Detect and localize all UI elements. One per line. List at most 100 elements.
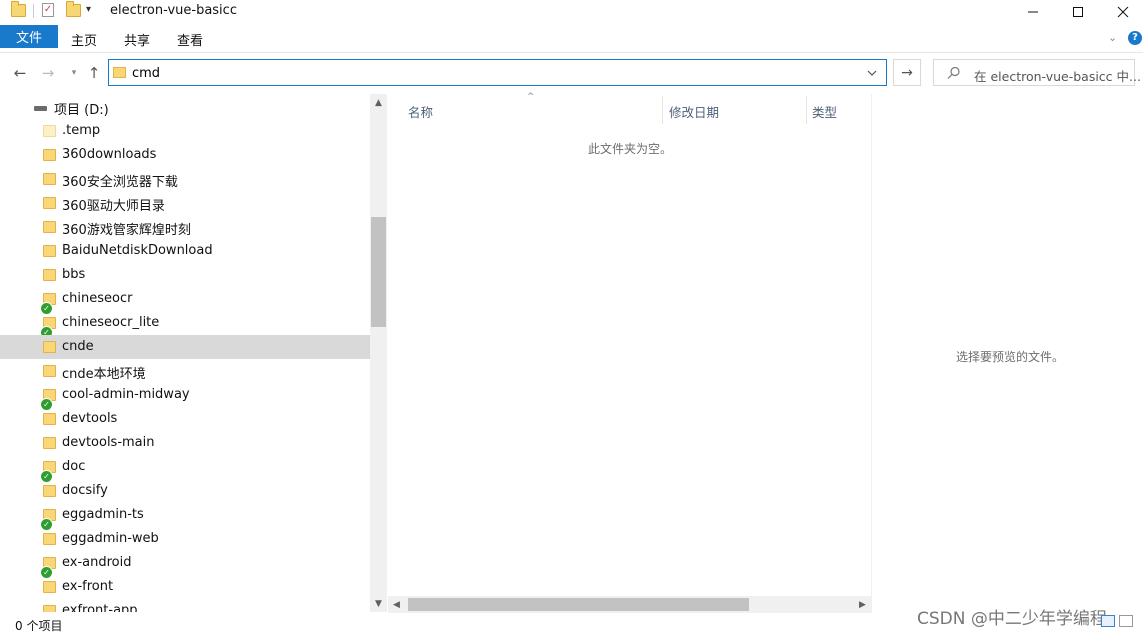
- tab-view[interactable]: 查看: [177, 30, 203, 49]
- address-bar[interactable]: [108, 59, 887, 86]
- folder-icon: [43, 485, 56, 497]
- tree-item-label: bbs: [62, 267, 86, 282]
- column-name[interactable]: 名称: [408, 102, 433, 121]
- column-date-modified[interactable]: 修改日期: [669, 102, 719, 121]
- forward-button[interactable]: →: [37, 62, 59, 84]
- pane-divider[interactable]: [871, 94, 872, 613]
- back-button[interactable]: ←: [9, 62, 31, 84]
- sort-ascending-icon: ^: [527, 92, 535, 102]
- folder-icon: [43, 533, 56, 545]
- tree-item-label: cnde: [62, 339, 94, 354]
- recent-locations-button[interactable]: ▾: [63, 62, 85, 84]
- minimize-icon: [1028, 11, 1038, 13]
- tree-item[interactable]: ✓ chineseocr: [0, 287, 370, 315]
- tree-item[interactable]: .temp: [0, 119, 370, 143]
- folder-icon: [43, 581, 56, 593]
- tree-item[interactable]: ✓ cool-admin-midway: [0, 383, 370, 411]
- new-folder-icon[interactable]: [66, 1, 81, 17]
- folder-icon: [43, 221, 56, 233]
- tree-item-label: devtools-main: [62, 435, 155, 450]
- tree-item-label: doc: [62, 459, 86, 474]
- tree-item-label: 项目 (D:): [54, 103, 109, 118]
- tree-item[interactable]: eggadmin-web: [0, 527, 370, 551]
- help-icon[interactable]: ?: [1128, 31, 1142, 45]
- properties-icon[interactable]: ✓: [42, 3, 54, 17]
- preview-message: 选择要预览的文件。: [956, 350, 1065, 364]
- minimize-button[interactable]: [1010, 0, 1056, 24]
- tree-scroll-thumb[interactable]: [371, 217, 386, 327]
- folder-icon: [113, 67, 126, 78]
- address-input[interactable]: cmd: [132, 66, 160, 81]
- column-header-row: [388, 94, 871, 124]
- address-dropdown[interactable]: [862, 64, 882, 82]
- tree-item[interactable]: bbs: [0, 263, 370, 287]
- folder-icon: [43, 605, 56, 612]
- scroll-right-icon[interactable]: ▶: [854, 596, 871, 613]
- tab-share[interactable]: 共享: [124, 30, 150, 49]
- details-view-icon[interactable]: [1101, 615, 1115, 627]
- tree-item[interactable]: ✓ ex-android: [0, 551, 370, 579]
- tree-item[interactable]: ✓ doc: [0, 455, 370, 483]
- tree-item-label: exfront-app: [62, 603, 138, 612]
- folder-icon: [43, 365, 56, 377]
- tree-scrollbar[interactable]: ▲ ▼: [370, 94, 387, 612]
- tree-item[interactable]: cnde本地环境: [0, 359, 370, 383]
- tree-item[interactable]: 360游戏管家辉煌时刻: [0, 215, 370, 239]
- tab-file[interactable]: 文件: [0, 25, 58, 48]
- folder-icon: [43, 173, 56, 185]
- tree-item[interactable]: ✓ eggadmin-ts: [0, 503, 370, 531]
- navigation-pane: 项目 (D:) .temp 360downloads 360安全浏览器下载 360驱动…: [0, 94, 370, 612]
- ribbon: [0, 24, 1143, 53]
- tree-item[interactable]: exfront-app: [0, 599, 370, 612]
- tree-item[interactable]: 360安全浏览器下载: [0, 167, 370, 191]
- tree-item[interactable]: ex-front: [0, 575, 370, 599]
- list-scroll-thumb[interactable]: [408, 598, 749, 611]
- arrow-right-icon: →: [41, 64, 55, 82]
- folder-icon: [43, 437, 56, 449]
- tree-item-label: .temp: [62, 123, 101, 138]
- column-divider[interactable]: [662, 96, 663, 124]
- tab-home[interactable]: 主页: [71, 30, 97, 49]
- tree-item[interactable]: docsify: [0, 479, 370, 503]
- tree-item[interactable]: 360驱动大师目录: [0, 191, 370, 215]
- folder-icon: [43, 413, 56, 425]
- close-icon: [1117, 6, 1129, 18]
- watermark: CSDN @中二少年学编程: [917, 609, 1107, 629]
- scroll-left-icon[interactable]: ◀: [388, 596, 405, 613]
- tree-item[interactable]: devtools: [0, 407, 370, 431]
- tree-item[interactable]: 360downloads: [0, 143, 370, 167]
- window-title: electron-vue-basicc: [110, 3, 237, 18]
- divider: [33, 4, 34, 18]
- expand-ribbon-icon[interactable]: ⌄: [1108, 31, 1117, 44]
- arrow-right-icon: →: [901, 64, 913, 81]
- close-button[interactable]: [1100, 0, 1143, 24]
- tree-item-label: 360安全浏览器下载: [62, 175, 178, 190]
- search-input[interactable]: 在 electron-vue-basicc 中...: [974, 66, 1141, 85]
- tree-item-drive[interactable]: 项目 (D:): [0, 95, 370, 119]
- column-type[interactable]: 类型: [812, 102, 837, 121]
- folder-icon: [43, 245, 56, 257]
- search-icon: [947, 66, 961, 83]
- large-icons-view-icon[interactable]: [1119, 615, 1133, 627]
- chevron-down-icon: ▾: [71, 68, 77, 78]
- empty-folder-message: 此文件夹为空。: [588, 142, 673, 156]
- scroll-down-icon[interactable]: ▼: [370, 595, 387, 612]
- up-button[interactable]: ↑: [83, 62, 105, 84]
- customize-toolbar-icon[interactable]: ▾: [86, 4, 91, 15]
- folder-icon: [43, 197, 56, 209]
- column-divider[interactable]: [806, 96, 807, 124]
- tree-item[interactable]: ✓ chineseocr_lite: [0, 311, 370, 339]
- drive-icon: [34, 106, 47, 111]
- tree-item[interactable]: cnde: [0, 335, 370, 359]
- tree-item-label: BaiduNetdiskDownload: [62, 243, 213, 258]
- tree-item[interactable]: BaiduNetdiskDownload: [0, 239, 370, 263]
- tree-item-label: chineseocr_lite: [62, 315, 160, 330]
- tree-item-label: 360游戏管家辉煌时刻: [62, 223, 191, 238]
- folder-icon: [43, 341, 56, 353]
- arrow-up-icon: ↑: [87, 64, 101, 82]
- go-button[interactable]: →: [893, 59, 921, 86]
- tree-item-label: docsify: [62, 483, 108, 498]
- maximize-button[interactable]: [1055, 0, 1101, 24]
- scroll-up-icon[interactable]: ▲: [370, 94, 387, 111]
- tree-item[interactable]: devtools-main: [0, 431, 370, 455]
